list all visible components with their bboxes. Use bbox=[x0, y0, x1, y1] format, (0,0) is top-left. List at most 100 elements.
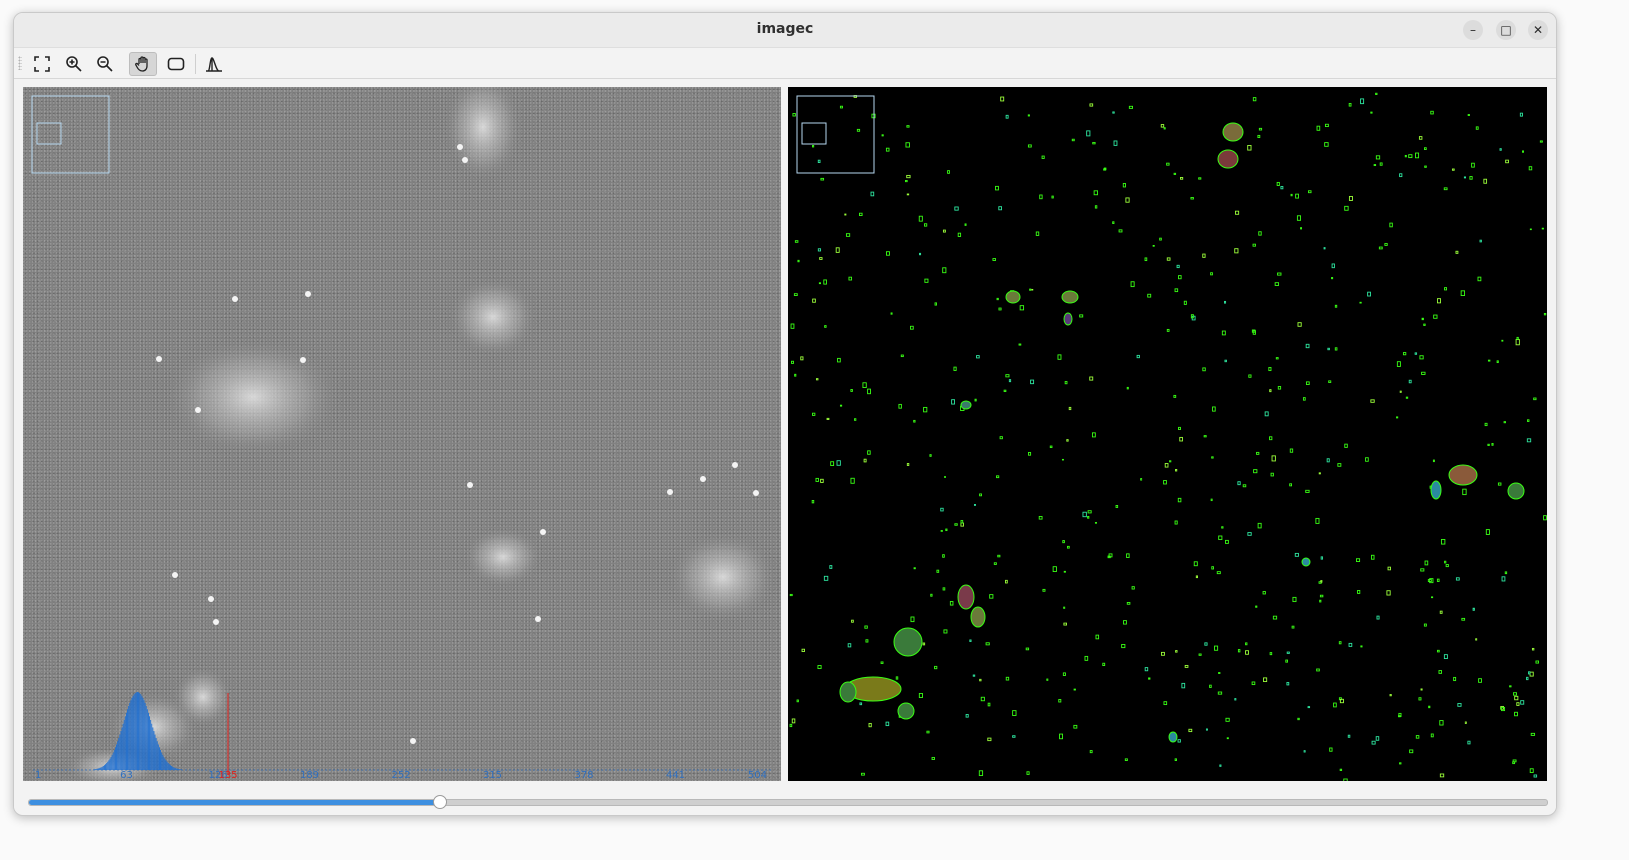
detected-object bbox=[1337, 463, 1342, 467]
histogram-bar bbox=[107, 761, 109, 770]
histogram-bar bbox=[106, 763, 108, 770]
detected-object bbox=[1247, 532, 1252, 536]
histogram-bar bbox=[161, 752, 163, 770]
frame-slider[interactable] bbox=[28, 795, 1548, 809]
histogram-bar bbox=[162, 754, 164, 770]
detected-object bbox=[1371, 554, 1375, 560]
bright-spot bbox=[700, 476, 706, 482]
detected-object bbox=[1202, 367, 1206, 372]
detected-object bbox=[1419, 355, 1424, 360]
detected-object bbox=[929, 454, 932, 457]
detected-object bbox=[868, 722, 872, 728]
detected-object bbox=[885, 147, 890, 152]
detected-object bbox=[812, 412, 816, 416]
minimap-frame-right[interactable] bbox=[796, 95, 875, 174]
detected-object bbox=[1431, 596, 1434, 599]
histogram-bar bbox=[99, 767, 101, 770]
detected-object bbox=[1514, 695, 1519, 701]
histogram-bar bbox=[149, 716, 150, 770]
detected-object bbox=[1539, 140, 1543, 143]
original-image-view[interactable]: 1 63 126 189 252 315 378 441 504 135 bbox=[23, 87, 781, 781]
bright-region bbox=[443, 87, 523, 182]
detected-object bbox=[1376, 615, 1380, 620]
detected-object bbox=[1472, 607, 1475, 611]
detected-object bbox=[1242, 484, 1247, 488]
minimap-frame[interactable] bbox=[31, 95, 110, 174]
detected-object bbox=[1091, 432, 1096, 438]
detected-object bbox=[1432, 459, 1435, 463]
detected-object bbox=[1005, 374, 1010, 378]
zoom-in-button[interactable] bbox=[60, 52, 88, 76]
detected-object bbox=[1224, 359, 1227, 363]
detected-object bbox=[924, 278, 929, 283]
detected-object bbox=[867, 388, 871, 395]
detected-object bbox=[1430, 733, 1434, 738]
detected-object bbox=[1275, 357, 1279, 360]
detected-object bbox=[1475, 638, 1478, 641]
detected-object bbox=[1019, 305, 1025, 311]
detected-object bbox=[1305, 343, 1310, 349]
detected-object bbox=[1365, 457, 1369, 462]
detected-object bbox=[960, 520, 964, 524]
fit-view-button[interactable] bbox=[28, 52, 56, 76]
detected-object bbox=[905, 142, 910, 148]
detected-object bbox=[1234, 698, 1237, 701]
detected-object bbox=[1315, 517, 1320, 524]
close-button[interactable]: ✕ bbox=[1528, 20, 1548, 40]
detected-object bbox=[1327, 347, 1330, 351]
minimap-viewport-right[interactable] bbox=[801, 122, 827, 145]
minimap-viewport[interactable] bbox=[36, 122, 62, 145]
detected-object bbox=[1211, 456, 1214, 459]
detected-object bbox=[1531, 647, 1535, 651]
segmented-cell bbox=[1063, 312, 1073, 326]
detected-object bbox=[1477, 276, 1482, 282]
zoom-out-button[interactable] bbox=[91, 52, 119, 76]
bright-spot bbox=[232, 296, 238, 302]
detected-object bbox=[1276, 181, 1280, 186]
detected-object bbox=[943, 629, 948, 634]
pan-tool-button[interactable] bbox=[129, 52, 157, 76]
detected-object bbox=[1063, 606, 1066, 609]
detected-object bbox=[930, 593, 933, 597]
detected-object bbox=[1245, 650, 1249, 655]
detected-object bbox=[1529, 768, 1534, 773]
histogram-bar bbox=[173, 767, 175, 770]
histogram-button[interactable] bbox=[200, 52, 228, 76]
detected-object bbox=[1179, 436, 1183, 442]
detected-object bbox=[817, 248, 822, 252]
histogram-bar bbox=[148, 712, 149, 770]
detected-object bbox=[811, 500, 815, 504]
detected-object bbox=[1355, 558, 1361, 562]
slider-thumb[interactable] bbox=[433, 795, 448, 809]
detected-object bbox=[796, 699, 799, 703]
detected-object bbox=[1404, 154, 1407, 158]
detected-object bbox=[1428, 705, 1431, 709]
detected-object bbox=[1177, 739, 1181, 743]
minimize-button[interactable]: – bbox=[1463, 20, 1483, 40]
rectangle-select-button[interactable] bbox=[162, 52, 190, 76]
detected-object bbox=[1212, 406, 1216, 412]
detected-object bbox=[1328, 380, 1332, 383]
detected-object bbox=[1440, 538, 1446, 545]
detected-object bbox=[1499, 148, 1502, 151]
detected-object bbox=[1252, 243, 1256, 247]
detected-object bbox=[1073, 724, 1078, 729]
detected-object bbox=[1160, 124, 1165, 128]
detected-object bbox=[998, 206, 1002, 211]
detected-object bbox=[1027, 144, 1032, 148]
detected-object bbox=[830, 461, 835, 466]
detected-object bbox=[1444, 560, 1447, 564]
detected-object bbox=[1253, 469, 1258, 474]
detected-object bbox=[1280, 186, 1284, 190]
detected-object bbox=[1305, 381, 1310, 385]
segmented-cell bbox=[893, 627, 923, 657]
detected-object bbox=[1210, 498, 1213, 502]
detected-object bbox=[1348, 642, 1353, 647]
detected-object bbox=[1348, 196, 1353, 201]
zoom-in-icon bbox=[66, 56, 82, 72]
maximize-button[interactable]: □ bbox=[1496, 20, 1516, 40]
segmentation-view[interactable] bbox=[788, 87, 1547, 781]
detected-object bbox=[1064, 381, 1068, 385]
toolbar-grip[interactable] bbox=[18, 56, 22, 70]
detected-object bbox=[797, 259, 800, 263]
